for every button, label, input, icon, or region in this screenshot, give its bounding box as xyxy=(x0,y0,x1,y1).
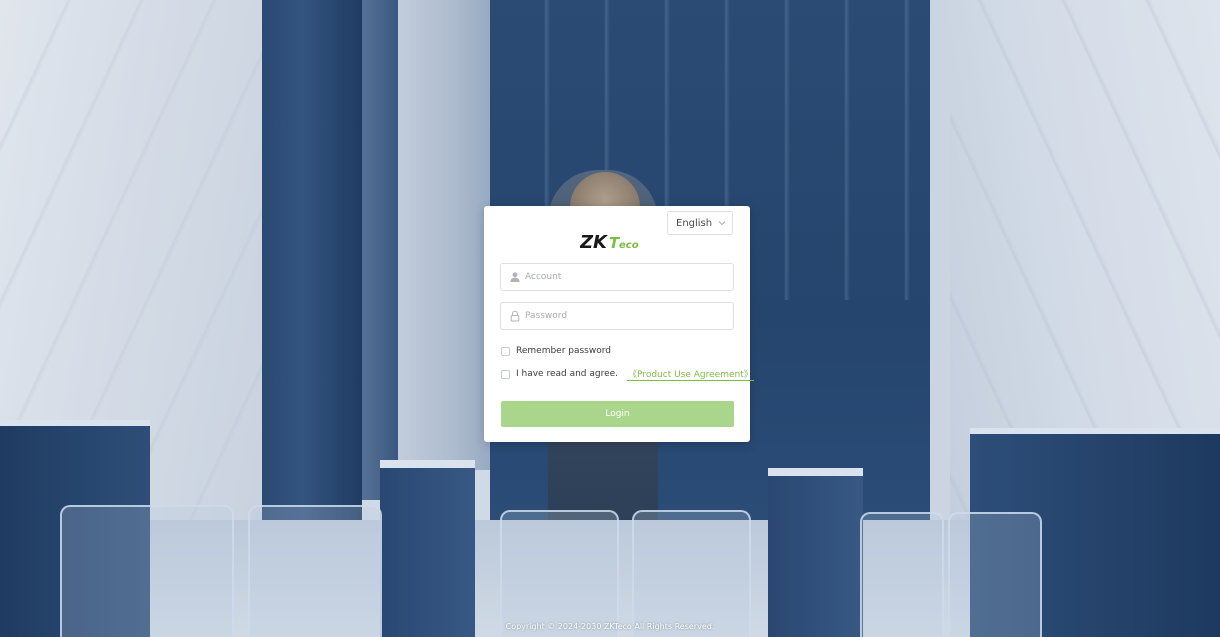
svg-text:ZK: ZK xyxy=(580,232,609,253)
remember-password-label: Remember password xyxy=(516,346,611,356)
login-page: English ZK T eco Remembe xyxy=(0,0,1220,637)
chevron-down-icon xyxy=(718,221,726,226)
agreement-checkbox[interactable] xyxy=(501,369,510,379)
user-icon xyxy=(510,272,520,282)
language-select-value: English xyxy=(676,217,713,229)
agreement-label: I have read and agree. xyxy=(516,369,619,379)
account-input[interactable] xyxy=(525,272,725,282)
remember-password-checkbox[interactable] xyxy=(501,346,510,356)
agreement-row[interactable]: I have read and agree. 《Product Use Agre… xyxy=(501,367,754,381)
lock-icon xyxy=(510,310,520,322)
product-use-agreement-link[interactable]: 《Product Use Agreement》 xyxy=(627,367,754,381)
login-button[interactable]: Login xyxy=(501,401,734,427)
language-select[interactable]: English xyxy=(667,211,733,235)
zkteco-logo: ZK T eco xyxy=(580,232,639,253)
login-card: English ZK T eco Remembe xyxy=(484,206,754,442)
copyright-footer: Copyright © 2024-2030 ZKTeco All Rights … xyxy=(505,622,715,631)
svg-text:eco: eco xyxy=(619,240,639,251)
remember-password-row[interactable]: Remember password xyxy=(501,346,611,356)
password-input[interactable] xyxy=(525,311,725,321)
account-field[interactable] xyxy=(500,263,734,291)
password-field[interactable] xyxy=(500,302,734,330)
